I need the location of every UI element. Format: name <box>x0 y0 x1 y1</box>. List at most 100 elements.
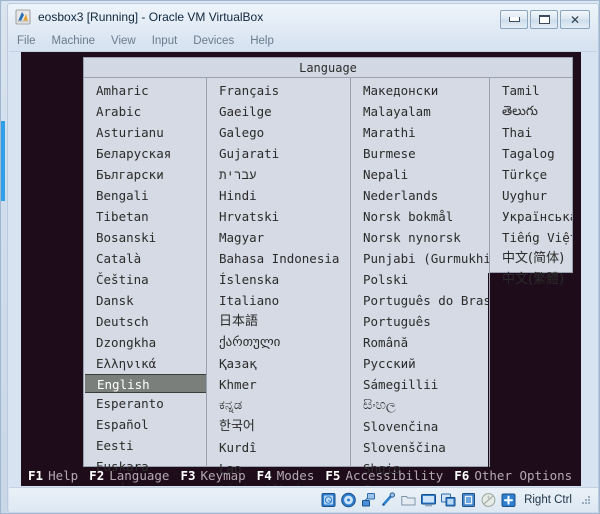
language-list-item[interactable]: Amharic <box>84 80 206 101</box>
language-list-item[interactable]: Português do Brasil <box>351 290 489 311</box>
language-list-item[interactable]: Malayalam <box>351 101 489 122</box>
remote-desktop-icon[interactable] <box>440 492 457 508</box>
language-list-item[interactable]: Tamil <box>490 80 572 101</box>
language-list-item[interactable]: Khmer <box>207 374 350 395</box>
language-list-item[interactable]: Slovenčina <box>351 416 489 437</box>
virtualbox-icon <box>15 9 31 25</box>
language-list-item[interactable]: 한국어 <box>207 416 350 437</box>
language-list-item[interactable]: 中文(简体) <box>490 248 572 269</box>
usb-icon[interactable] <box>380 492 397 508</box>
menu-item-file[interactable]: File <box>9 34 44 48</box>
function-key-label: Help <box>48 467 79 483</box>
language-column-3: Македонски Malayalam Marathi Burmese Nepali N… <box>350 77 490 486</box>
language-list-item[interactable]: Bosanski <box>84 227 206 248</box>
network-icon[interactable] <box>360 492 377 508</box>
function-key-f3[interactable]: F3 Keymap <box>180 468 245 483</box>
menu-item-devices[interactable]: Devices <box>185 34 242 48</box>
language-list-item[interactable]: Tagalog <box>490 143 572 164</box>
language-list-item[interactable]: ಕನ್ನಡ <box>207 395 350 416</box>
display-icon[interactable] <box>420 492 437 508</box>
language-list-item[interactable]: Tiếng Việt <box>490 227 572 248</box>
language-list-item[interactable]: Hindi <box>207 185 350 206</box>
function-key-f4[interactable]: F4 Modes <box>257 468 315 483</box>
language-list-item[interactable]: Marathi <box>351 122 489 143</box>
language-list-item[interactable]: Burmese <box>351 143 489 164</box>
language-list-item[interactable]: తెలుగు <box>490 101 572 122</box>
minimize-button[interactable] <box>500 10 528 29</box>
language-list-item[interactable]: Norsk nynorsk <box>351 227 489 248</box>
shared-folders-icon[interactable] <box>400 492 417 508</box>
language-list-item[interactable]: Eesti <box>84 435 206 456</box>
function-key-f2[interactable]: F2 Language <box>89 468 169 483</box>
language-list-item[interactable]: සිංහල <box>351 395 489 416</box>
function-key-f6[interactable]: F6 Other Options <box>454 468 572 483</box>
virtualbox-window: eosbox3 [Running] - Oracle VM VirtualBox… <box>0 0 600 514</box>
language-list-item[interactable]: Sámegillii <box>351 374 489 395</box>
language-list-item[interactable]: Dzongkha <box>84 332 206 353</box>
language-list-item[interactable]: Gujarati <box>207 143 350 164</box>
language-list-item[interactable]: Čeština <box>84 269 206 290</box>
language-list-item[interactable]: Punjabi (Gurmukhi) <box>351 248 489 269</box>
language-list-item[interactable]: Italiano <box>207 290 350 311</box>
language-list-item[interactable]: Español <box>84 414 206 435</box>
language-list-item[interactable]: English <box>85 374 206 393</box>
maximize-button[interactable] <box>530 10 558 29</box>
language-list-item[interactable]: Tibetan <box>84 206 206 227</box>
host-key-icon[interactable] <box>500 492 517 508</box>
language-list-item[interactable]: Nepali <box>351 164 489 185</box>
menu-item-machine[interactable]: Machine <box>44 34 103 48</box>
menu-item-input[interactable]: Input <box>144 34 186 48</box>
language-list-item[interactable]: Norsk bokmål <box>351 206 489 227</box>
language-list-item[interactable]: Русский <box>351 353 489 374</box>
language-list-item[interactable]: Български <box>84 164 206 185</box>
language-list-item[interactable]: Asturianu <box>84 122 206 143</box>
window-controls: ✕ <box>500 10 590 29</box>
optical-disk-icon[interactable] <box>340 492 357 508</box>
language-list-item[interactable]: Türkçe <box>490 164 572 185</box>
language-list-item[interactable]: Nederlands <box>351 185 489 206</box>
language-list-item[interactable]: Bengali <box>84 185 206 206</box>
language-list-item[interactable]: Deutsch <box>84 311 206 332</box>
video-capture-icon[interactable] <box>460 492 477 508</box>
language-list-item[interactable]: Македонски <box>351 80 489 101</box>
language-list-item[interactable]: Slovenščina <box>351 437 489 458</box>
close-button[interactable]: ✕ <box>560 10 590 29</box>
language-list-item[interactable]: 日本語 <box>207 311 350 332</box>
language-list-item[interactable]: Gaeilge <box>207 101 350 122</box>
language-list-item[interactable]: Dansk <box>84 290 206 311</box>
language-list-item[interactable]: Українська <box>490 206 572 227</box>
function-key-f5[interactable]: F5 Accessibility <box>325 468 443 483</box>
language-list-item[interactable]: Kurdî <box>207 437 350 458</box>
language-list-item[interactable]: Français <box>207 80 350 101</box>
function-key-label: Accessibility <box>345 467 444 483</box>
language-list-item[interactable]: Ελληνικά <box>84 353 206 374</box>
language-list-item[interactable]: Thai <box>490 122 572 143</box>
list-scrollbar[interactable] <box>488 273 489 467</box>
language-list: Amharic Arabic Asturianu Беларуская Българск… <box>83 77 573 486</box>
function-key-f1[interactable]: F1 Help <box>28 468 78 483</box>
language-list-item[interactable]: Português <box>351 311 489 332</box>
language-dialog-header: Language <box>83 57 573 77</box>
language-list-item[interactable]: 中文(繁體) <box>490 269 572 290</box>
language-list-item[interactable]: Català <box>84 248 206 269</box>
language-list-item[interactable]: Қазақ <box>207 353 350 374</box>
language-list-item[interactable]: Íslenska <box>207 269 350 290</box>
language-column-2: Français Gaeilge Galego Gujarati עברית Hindi H… <box>206 77 351 486</box>
hard-disk-icon[interactable] <box>320 492 337 508</box>
menu-item-help[interactable]: Help <box>242 34 282 48</box>
language-list-item[interactable]: Hrvatski <box>207 206 350 227</box>
language-list-item[interactable]: Galego <box>207 122 350 143</box>
language-list-item[interactable]: Uyghur <box>490 185 572 206</box>
language-list-item[interactable]: עברית <box>207 164 350 185</box>
menu-item-view[interactable]: View <box>103 34 144 48</box>
language-list-item[interactable]: Polski <box>351 269 489 290</box>
language-list-item[interactable]: ქართული <box>207 332 350 353</box>
language-list-item[interactable]: Magyar <box>207 227 350 248</box>
language-list-item[interactable]: Беларуская <box>84 143 206 164</box>
resize-grip-icon[interactable] <box>580 494 592 506</box>
language-list-item[interactable]: Română <box>351 332 489 353</box>
language-list-item[interactable]: Arabic <box>84 101 206 122</box>
language-list-item[interactable]: Esperanto <box>84 393 206 414</box>
mouse-icon[interactable] <box>480 492 497 508</box>
language-list-item[interactable]: Bahasa Indonesia <box>207 248 350 269</box>
